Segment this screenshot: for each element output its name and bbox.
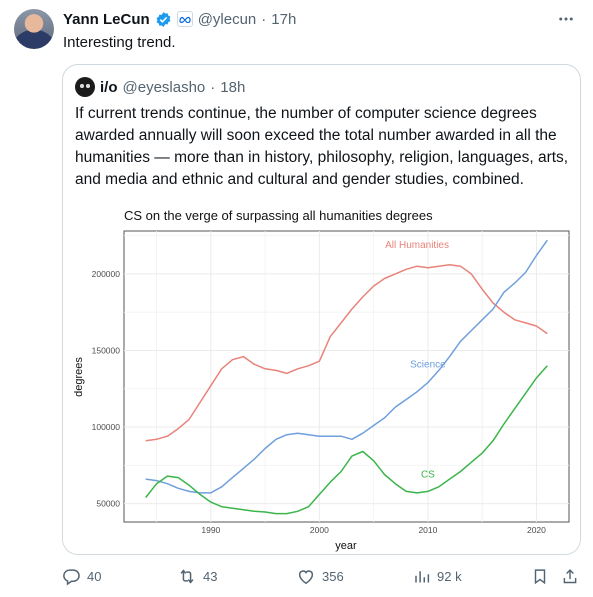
chart-image[interactable]: CS on the verge of surpassing all humani… [63,202,580,554]
repost-button[interactable]: 43 [177,567,217,586]
reply-count: 40 [87,569,102,584]
author-handle[interactable]: @ylecun [198,11,257,28]
quoted-author-avatar [75,77,95,97]
quoted-tweet-header: i/o @eyeslasho · 18h [75,77,245,97]
avatar[interactable] [14,9,54,49]
reply-button[interactable]: 40 [62,567,101,586]
y-axis-label: degrees [73,357,85,397]
meta-logo-icon[interactable] [176,11,193,27]
x-tick-label: 2000 [310,525,329,535]
views-count: 92 k [437,569,462,584]
x-tick-label: 1990 [201,525,220,535]
share-icon [563,569,577,584]
verified-badge-icon[interactable] [155,11,172,28]
reply-icon [63,569,80,586]
y-tick-label: 50000 [96,499,120,509]
series-label: Science [410,359,446,370]
bookmark-button[interactable] [531,567,549,586]
repost-icon [180,569,194,584]
heart-icon [298,570,314,585]
series-label: All Humanities [385,240,449,251]
y-tick-label: 150000 [92,345,121,355]
quoted-tweet-text: If current trends continue, the number o… [75,105,569,188]
quoted-author-display-name: i/o [100,78,118,96]
like-count: 356 [322,569,344,584]
like-button[interactable]: 356 [296,567,344,586]
chart-title: CS on the verge of surpassing all humani… [124,208,433,223]
y-tick-label: 100000 [92,422,121,432]
views-chart-icon [415,571,430,583]
quoted-author-handle: @eyeslasho [122,78,206,96]
repost-count: 43 [203,569,218,584]
quoted-tweet-timestamp: 18h [220,78,246,96]
separator-dot: · [261,10,267,28]
action-bar: 40 43 356 92 k [0,563,593,593]
x-tick-labels: 1990 2000 2010 2020 [201,525,546,535]
y-tick-label: 200000 [92,269,121,279]
share-button[interactable] [561,567,579,586]
x-axis-label: year [335,540,357,552]
views-button[interactable]: 92 k [413,567,462,586]
x-tick-label: 2010 [418,525,437,535]
separator-dot: · [210,78,216,96]
tweet-timestamp[interactable]: 17h [271,11,296,28]
more-horizontal-icon[interactable] [555,9,577,29]
line-chart: CS on the verge of surpassing all humani… [73,208,570,552]
x-tick-label: 2020 [527,525,546,535]
bookmark-icon [534,569,546,585]
series-label: CS [421,470,435,481]
quoted-tweet-card[interactable]: i/o @eyeslasho · 18h If current trends c… [62,64,581,555]
tweet-text: Interesting trend. [63,34,176,51]
tweet-header: Yann LeCun @ylecun · 17h [63,9,296,29]
y-tick-labels: 50000 100000 150000 200000 [92,269,121,509]
author-display-name[interactable]: Yann LeCun [63,11,150,28]
plot-panel [123,230,570,523]
